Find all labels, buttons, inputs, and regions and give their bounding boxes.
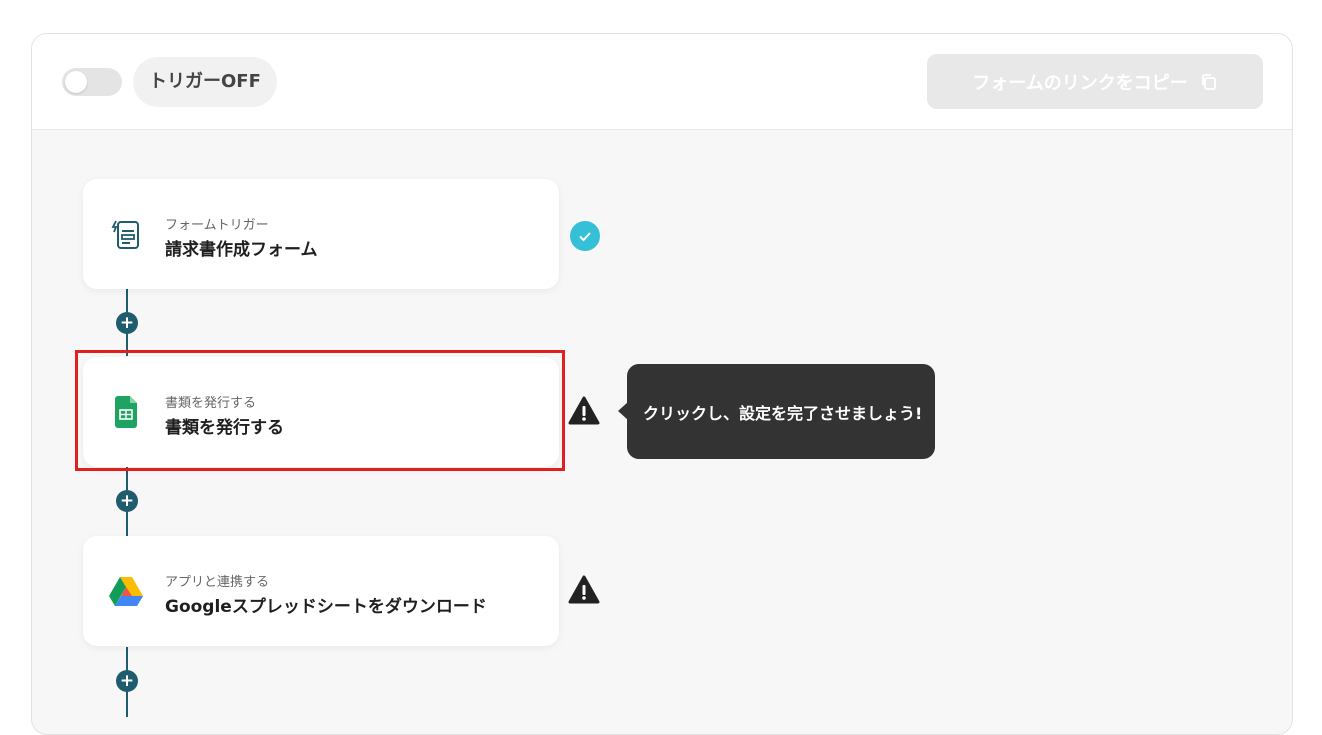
- toggle-knob: [65, 71, 87, 93]
- tooltip-text: クリックし、設定を完了させましょう!: [643, 403, 923, 423]
- step-title: Googleスプレッドシートをダウンロード: [165, 597, 487, 617]
- add-step-button[interactable]: +: [116, 312, 138, 334]
- warning-icon: [568, 396, 600, 426]
- plus-icon: +: [119, 670, 135, 691]
- workflow-panel: トリガーOFF フォームのリンクをコピー + + + フォームトリガー 請求書作…: [31, 33, 1293, 735]
- setup-tooltip: クリックし、設定を完了させましょう!: [618, 364, 935, 459]
- step-subtitle: アプリと連携する: [165, 575, 270, 590]
- copy-icon: [1200, 73, 1218, 91]
- step-card-download-spreadsheet[interactable]: アプリと連携する Googleスプレッドシートをダウンロード: [83, 536, 559, 646]
- trigger-toggle[interactable]: [62, 68, 122, 96]
- form-trigger-icon: [109, 217, 143, 251]
- highlight-outline: [75, 350, 565, 471]
- google-drive-icon: [109, 574, 143, 608]
- add-step-button[interactable]: +: [116, 670, 138, 692]
- copy-form-link-button[interactable]: フォームのリンクをコピー: [927, 54, 1263, 109]
- tooltip-arrow: [618, 402, 628, 420]
- plus-icon: +: [119, 312, 135, 333]
- warning-icon: [568, 575, 600, 605]
- add-step-button[interactable]: +: [116, 490, 138, 512]
- plus-icon: +: [119, 490, 135, 511]
- step-subtitle: フォームトリガー: [165, 218, 269, 233]
- step-title: 請求書作成フォーム: [165, 240, 318, 260]
- trigger-status-label: トリガーOFF: [133, 57, 277, 107]
- workflow-header: トリガーOFF フォームのリンクをコピー: [32, 34, 1292, 130]
- check-icon: [570, 221, 600, 251]
- step-card-form-trigger[interactable]: フォームトリガー 請求書作成フォーム: [83, 179, 559, 289]
- copy-form-link-label: フォームのリンクをコピー: [972, 72, 1188, 94]
